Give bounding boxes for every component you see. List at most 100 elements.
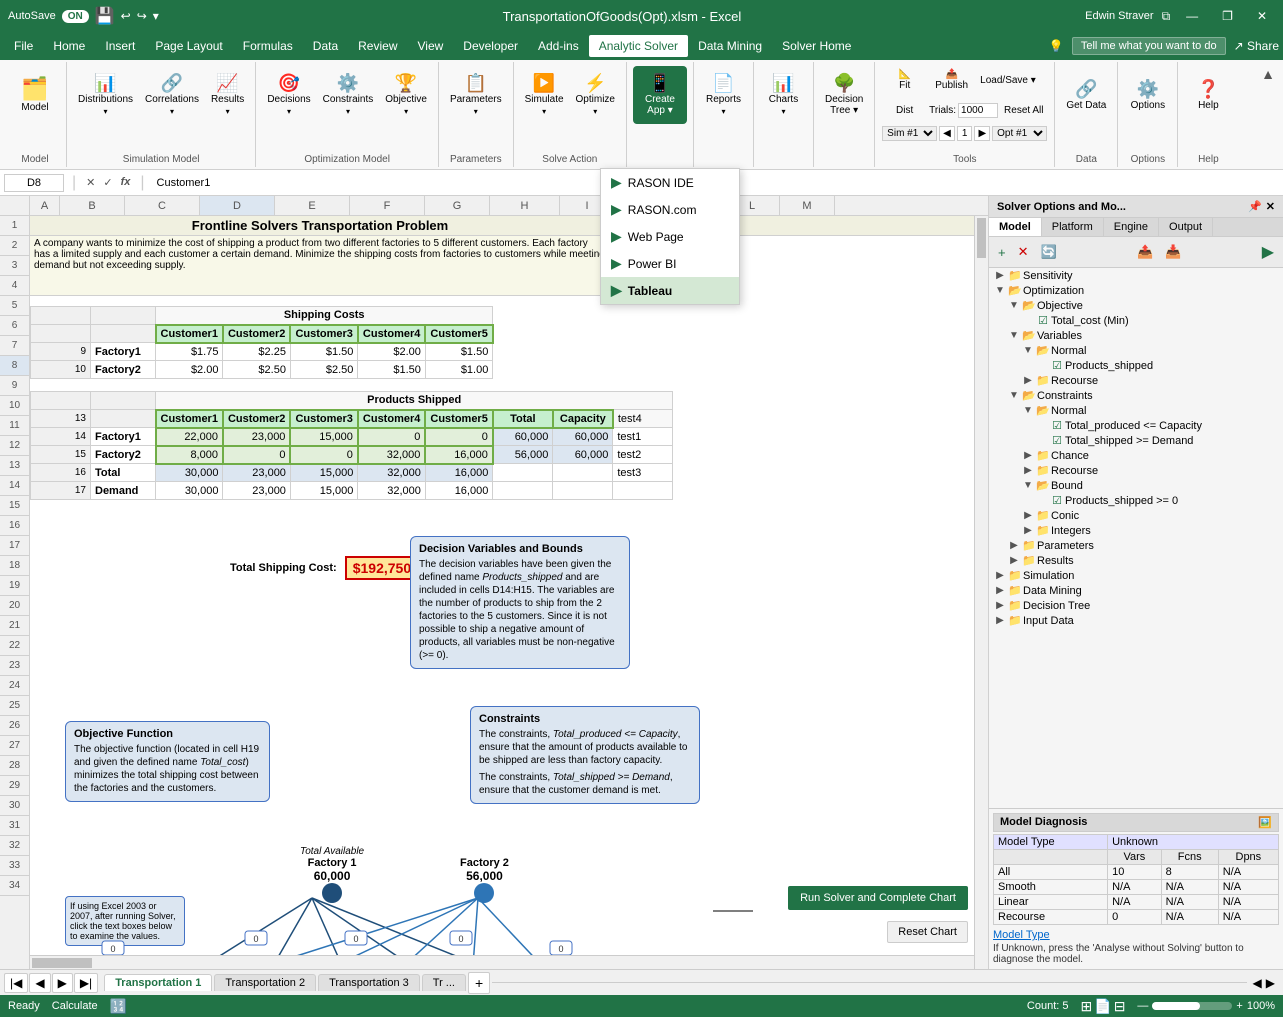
menu-data-mining[interactable]: Data Mining [688, 35, 772, 57]
scrollbar-thumb[interactable] [977, 218, 986, 258]
sheet-tab-transport1[interactable]: Transportation 1 [104, 974, 212, 991]
sheet-tab-transport4[interactable]: Tr ... [422, 974, 466, 991]
redo-icon[interactable]: ↪ [137, 9, 147, 23]
tree-chance[interactable]: ▶ 📁 Chance [989, 448, 1283, 463]
dropdown-tableau[interactable]: ▶ Tableau [601, 277, 739, 304]
autosave-toggle[interactable]: ON [62, 10, 89, 23]
tree-products-shipped[interactable]: ☑ Products_shipped [989, 358, 1283, 373]
ps-f2c2[interactable]: 0 [223, 446, 290, 464]
menu-page-layout[interactable]: Page Layout [145, 35, 232, 57]
f2c2-cost[interactable]: $2.50 [223, 361, 290, 379]
sheet-tab-transport3[interactable]: Transportation 3 [318, 974, 420, 991]
row-24[interactable]: 24 [0, 676, 29, 696]
options-button[interactable]: ⚙️ Options [1126, 66, 1170, 124]
row-5[interactable]: 5 [0, 296, 29, 316]
panel-pin-icon[interactable]: 📌 [1248, 200, 1262, 213]
col-header-a[interactable]: A [30, 196, 60, 215]
refresh-button[interactable]: 🔄 [1036, 241, 1062, 263]
row-29[interactable]: 29 [0, 776, 29, 796]
row-15[interactable]: 15 [0, 496, 29, 516]
row-16[interactable]: 16 [0, 516, 29, 536]
vertical-scrollbar[interactable] [974, 216, 988, 969]
cancel-formula-icon[interactable]: ✕ [84, 174, 97, 191]
row-11[interactable]: 11 [0, 416, 29, 436]
export-button[interactable]: 📤 [1132, 241, 1158, 263]
row-8[interactable]: 8 [0, 356, 29, 376]
create-app-button[interactable]: 📱 CreateApp ▾ [633, 66, 687, 124]
tree-normal-constraints[interactable]: ▼ 📂 Normal [989, 403, 1283, 418]
row-13[interactable]: 13 [0, 456, 29, 476]
tree-parameters[interactable]: ▶ 📁 Parameters [989, 538, 1283, 553]
menu-developer[interactable]: Developer [453, 35, 528, 57]
row-1[interactable]: 1 [0, 216, 29, 236]
undo-icon[interactable]: ↩ [121, 9, 131, 23]
save-icon[interactable]: 💾 [95, 6, 115, 26]
hscroll-thumb[interactable] [32, 958, 92, 968]
decisions-button[interactable]: 🎯 Decisions ▾ [262, 66, 315, 124]
row-30[interactable]: 30 [0, 796, 29, 816]
objective-button[interactable]: 🏆 Objective ▾ [380, 66, 432, 124]
dropdown-power-bi[interactable]: ▶ Power BI [601, 250, 739, 277]
normal-view-icon[interactable]: ⊞ [1081, 998, 1093, 1015]
col-header-e[interactable]: E [275, 196, 350, 215]
ps-f1c4[interactable]: 0 [358, 428, 425, 446]
tree-simulation[interactable]: ▶ 📁 Simulation [989, 568, 1283, 583]
row-27[interactable]: 27 [0, 736, 29, 756]
tree-decision-tree[interactable]: ▶ 📁 Decision Tree [989, 598, 1283, 613]
row-12[interactable]: 12 [0, 436, 29, 456]
row-9[interactable]: 9 [0, 376, 29, 396]
row-17[interactable]: 17 [0, 536, 29, 556]
opt-select[interactable]: Opt #1 [992, 126, 1047, 141]
reset-chart-button[interactable]: Reset Chart [887, 921, 968, 943]
ps-f1c3[interactable]: 15,000 [290, 428, 357, 446]
dropdown-web-page[interactable]: ▶ Web Page [601, 223, 739, 250]
cell-reference[interactable] [4, 174, 64, 192]
ps-f1c5[interactable]: 0 [425, 428, 492, 446]
tree-conic[interactable]: ▶ 📁 Conic [989, 508, 1283, 523]
tell-me-input[interactable]: Tell me what you want to do [1072, 37, 1226, 55]
diagnosis-icon[interactable]: 🖼️ [1258, 816, 1272, 829]
run-button[interactable]: ▶ [1257, 239, 1279, 265]
menu-home[interactable]: Home [43, 35, 95, 57]
ps-f2c1[interactable]: 8,000 [156, 446, 223, 464]
help-button[interactable]: ❓ Help [1188, 66, 1228, 124]
ps-f2c5[interactable]: 16,000 [425, 446, 492, 464]
restore-icon[interactable]: ❐ [1214, 7, 1241, 25]
row-3[interactable]: 3 [0, 256, 29, 276]
tree-total-cost[interactable]: ☑ Total_cost (Min) [989, 313, 1283, 328]
menu-insert[interactable]: Insert [95, 35, 145, 57]
dropdown-rason-ide[interactable]: ▶ RASON IDE [601, 169, 739, 196]
col-header-d[interactable]: D [200, 196, 275, 215]
ps-f1c1[interactable]: 22,000 [156, 428, 223, 446]
confirm-formula-icon[interactable]: ✓ [101, 174, 114, 191]
trials-input[interactable] [958, 103, 998, 118]
correlations-button[interactable]: 🔗 Correlations ▾ [140, 66, 204, 124]
close-icon[interactable]: ✕ [1249, 7, 1275, 25]
tree-total-shipped[interactable]: ☑ Total_shipped >= Demand [989, 433, 1283, 448]
ps-f2c3[interactable]: 0 [290, 446, 357, 464]
tree-normal-vars[interactable]: ▼ 📂 Normal [989, 343, 1283, 358]
reset-all-button[interactable]: Reset All [1000, 96, 1047, 124]
col-header-m[interactable]: M [780, 196, 835, 215]
menu-solver-home[interactable]: Solver Home [772, 35, 861, 57]
distributions-button[interactable]: 📊 Distributions ▾ [73, 66, 138, 124]
constraints-button[interactable]: ⚙️ Constraints ▾ [318, 66, 379, 124]
model-button[interactable]: 🗂️ Model [10, 66, 60, 124]
tab-output[interactable]: Output [1159, 218, 1213, 236]
f2c5-cost[interactable]: $1.00 [425, 361, 492, 379]
row-4[interactable]: 4 [0, 276, 29, 296]
tab-engine[interactable]: Engine [1104, 218, 1159, 236]
page-layout-icon[interactable]: 📄 [1094, 998, 1111, 1015]
sheet-nav-first[interactable]: |◀ [4, 973, 28, 993]
row-19[interactable]: 19 [0, 576, 29, 596]
reports-button[interactable]: 📄 Reports ▾ [701, 66, 746, 124]
f2c1-cost[interactable]: $2.00 [156, 361, 223, 379]
menu-view[interactable]: View [408, 35, 454, 57]
collapse-ribbon-icon[interactable]: ▲ [1261, 66, 1275, 82]
load-save-button[interactable]: Load/Save ▾ [976, 66, 1040, 94]
tree-data-mining[interactable]: ▶ 📁 Data Mining [989, 583, 1283, 598]
row-7[interactable]: 7 [0, 336, 29, 356]
menu-file[interactable]: File [4, 35, 43, 57]
page-break-icon[interactable]: ⊟ [1114, 998, 1126, 1015]
horizontal-scrollbar[interactable] [30, 955, 974, 969]
